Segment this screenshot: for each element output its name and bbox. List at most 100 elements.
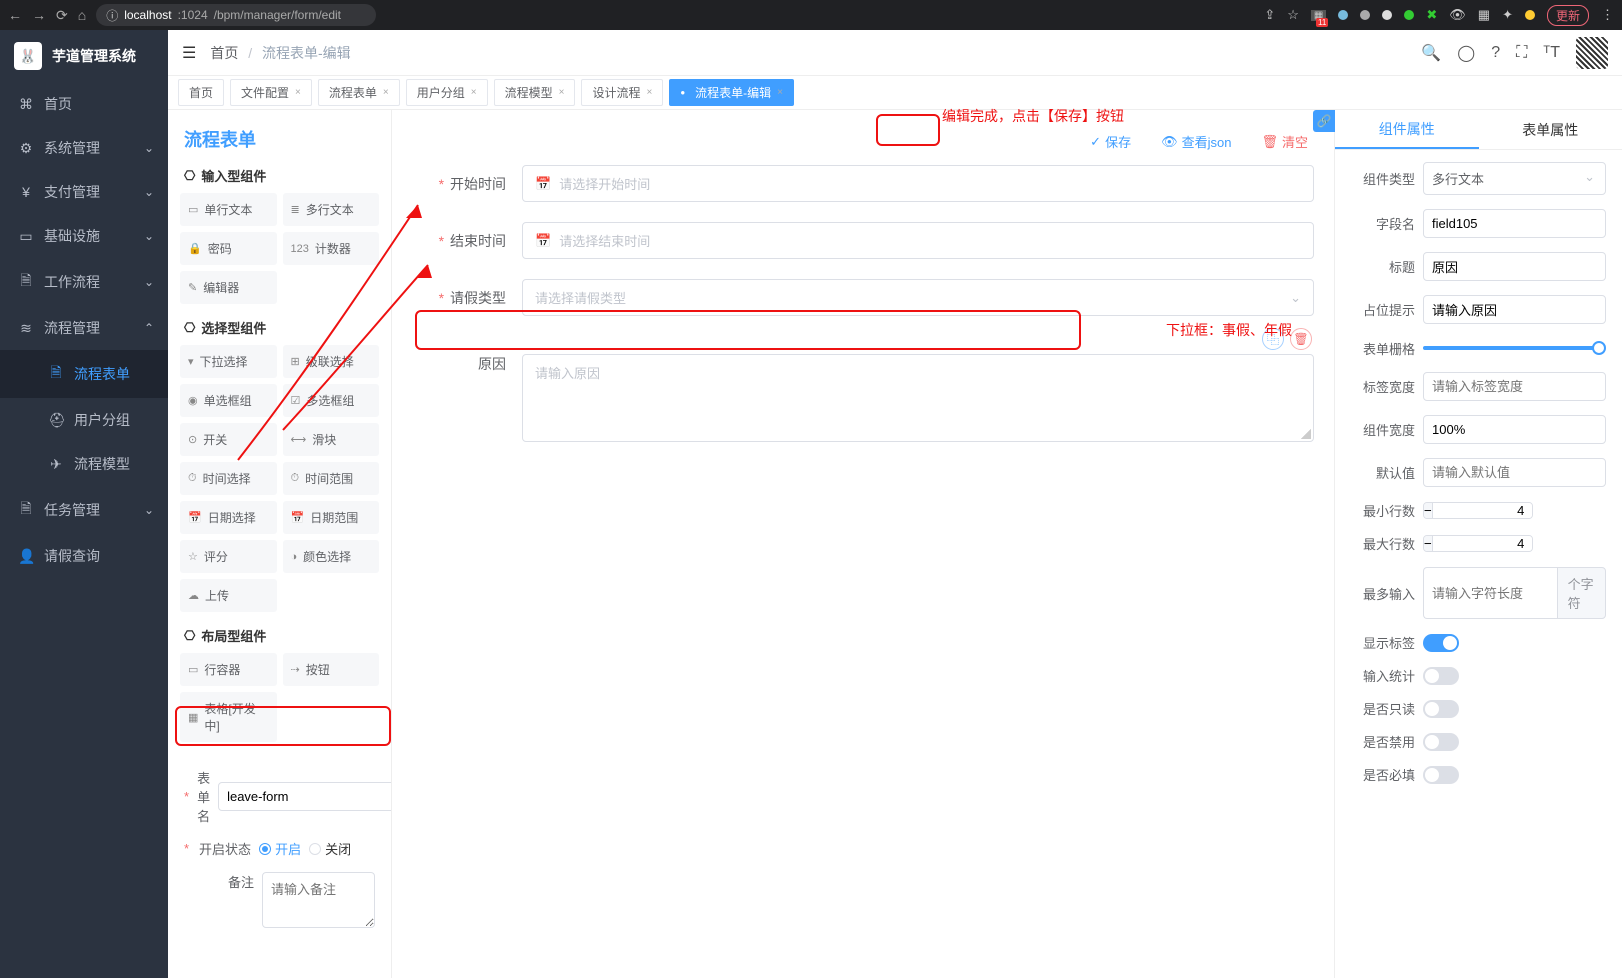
- required-switch[interactable]: [1423, 766, 1459, 784]
- sidebar-item-infra[interactable]: ▭基础设施: [0, 214, 168, 258]
- tab-formedit[interactable]: 流程表单-编辑×: [669, 79, 794, 106]
- star-icon[interactable]: ☆: [1287, 7, 1299, 23]
- minus-button[interactable]: −: [1424, 503, 1432, 518]
- sidebar-item-payment[interactable]: ¥支付管理: [0, 170, 168, 214]
- reload-icon[interactable]: ⟳: [56, 7, 68, 24]
- canvas-field[interactable]: * 请假类型请选择请假类型: [412, 279, 1314, 316]
- fontsize-icon[interactable]: ᵀT: [1543, 44, 1560, 62]
- disabled-switch[interactable]: [1423, 733, 1459, 751]
- help-icon[interactable]: ?: [1491, 44, 1500, 62]
- copy-field-button[interactable]: ⿻: [1262, 328, 1284, 350]
- max-rows-stepper[interactable]: −+: [1423, 535, 1533, 552]
- field-name-input[interactable]: [1423, 209, 1606, 238]
- component-item[interactable]: ▦表格[开发中]: [180, 692, 277, 742]
- sidebar-item-home[interactable]: ⌘首页: [0, 82, 168, 126]
- canvas-field[interactable]: * 结束时间📅请选择结束时间: [412, 222, 1314, 259]
- date-field[interactable]: 📅请选择结束时间: [522, 222, 1314, 259]
- tab-processmodel[interactable]: 流程模型×: [494, 79, 576, 106]
- share-icon[interactable]: ⇪: [1264, 7, 1275, 23]
- component-item[interactable]: ◑颜色选择: [283, 540, 380, 573]
- sidebar-sub-model[interactable]: ✈流程模型: [0, 442, 168, 486]
- fullscreen-icon[interactable]: ⛶: [1516, 44, 1527, 62]
- title-input[interactable]: [1423, 252, 1606, 281]
- form-name-input[interactable]: [218, 782, 392, 811]
- profile-dot[interactable]: [1525, 10, 1535, 20]
- sidebar-item-workflow[interactable]: 🗎工作流程: [0, 258, 168, 306]
- ext-icon-5[interactable]: ✖: [1426, 7, 1437, 23]
- ext-dot-2[interactable]: [1360, 10, 1370, 20]
- component-item[interactable]: ⏱时间范围: [283, 462, 380, 495]
- select-field[interactable]: 请选择请假类型: [522, 279, 1314, 316]
- grid-slider[interactable]: [1423, 346, 1600, 350]
- component-item[interactable]: ⏱时间选择: [180, 462, 277, 495]
- status-off-radio[interactable]: 关闭: [309, 839, 351, 858]
- save-button[interactable]: ✓保存: [1084, 128, 1137, 155]
- avatar-qr[interactable]: [1576, 37, 1608, 69]
- component-item[interactable]: ▭行容器: [180, 653, 277, 686]
- puzzle-icon[interactable]: ✦: [1502, 7, 1513, 23]
- ext-badge[interactable]: ▦: [1311, 10, 1326, 21]
- forward-icon[interactable]: →: [32, 7, 46, 23]
- component-item[interactable]: ☆评分: [180, 540, 277, 573]
- sidebar-item-system[interactable]: ⚙系统管理: [0, 126, 168, 170]
- close-icon[interactable]: ×: [777, 87, 783, 98]
- close-icon[interactable]: ×: [383, 87, 389, 98]
- tab-designprocess[interactable]: 设计流程×: [581, 79, 663, 106]
- home-icon[interactable]: ⌂: [78, 7, 86, 23]
- sidebar-item-process[interactable]: ≋流程管理: [0, 306, 168, 350]
- delete-field-button[interactable]: 🗑: [1290, 328, 1312, 350]
- label-width-input[interactable]: [1423, 372, 1606, 401]
- sidebar-item-leave[interactable]: 👤请假查询: [0, 534, 168, 578]
- tab-fileconfig[interactable]: 文件配置×: [230, 79, 312, 106]
- tab-processform[interactable]: 流程表单×: [318, 79, 400, 106]
- clear-button[interactable]: 🗑清空: [1255, 128, 1314, 155]
- tab-home[interactable]: 首页: [178, 79, 224, 106]
- max-input-field[interactable]: [1423, 567, 1557, 619]
- sidebar-sub-form[interactable]: 🗎流程表单: [0, 350, 168, 398]
- tab-form-props[interactable]: 表单属性: [1479, 110, 1622, 149]
- back-icon[interactable]: ←: [8, 7, 22, 23]
- kebab-icon[interactable]: ⋮: [1601, 7, 1614, 23]
- component-item[interactable]: ◉单选框组: [180, 384, 277, 417]
- tab-component-props[interactable]: 组件属性: [1335, 110, 1479, 149]
- component-item[interactable]: ✎编辑器: [180, 271, 277, 304]
- brand[interactable]: 🐰 芋道管理系统: [0, 30, 168, 82]
- github-icon[interactable]: ◯: [1457, 43, 1475, 63]
- placeholder-input[interactable]: [1423, 295, 1606, 324]
- eye-icon[interactable]: 👁: [1449, 7, 1466, 23]
- component-item[interactable]: 123计数器: [283, 232, 380, 265]
- textarea-field[interactable]: 请输入原因: [522, 354, 1314, 442]
- ext-dot-3[interactable]: [1382, 10, 1392, 20]
- component-item[interactable]: ⊞级联选择: [283, 345, 380, 378]
- default-input[interactable]: [1423, 458, 1606, 487]
- component-item[interactable]: ▭单行文本: [180, 193, 277, 226]
- component-width-input[interactable]: [1423, 415, 1606, 444]
- tab-usergroup[interactable]: 用户分组×: [406, 79, 488, 106]
- update-button[interactable]: 更新: [1547, 5, 1589, 26]
- view-json-button[interactable]: 👁查看json: [1155, 128, 1237, 155]
- close-icon[interactable]: ×: [295, 87, 301, 98]
- hamburger-icon[interactable]: ☰: [182, 43, 196, 63]
- component-type-select[interactable]: 多行文本: [1423, 162, 1606, 195]
- link-icon[interactable]: 🔗: [1313, 110, 1335, 132]
- close-icon[interactable]: ×: [559, 87, 565, 98]
- status-on-radio[interactable]: 开启: [259, 839, 301, 858]
- extgrid-icon[interactable]: ▦: [1478, 7, 1490, 23]
- sidebar-sub-usergroup[interactable]: ⛑用户分组: [0, 398, 168, 442]
- search-icon[interactable]: 🔍: [1421, 43, 1441, 63]
- date-field[interactable]: 📅请选择开始时间: [522, 165, 1314, 202]
- close-icon[interactable]: ×: [646, 87, 652, 98]
- breadcrumb-home[interactable]: 首页: [210, 45, 238, 61]
- minus-button[interactable]: −: [1424, 536, 1432, 551]
- remark-textarea[interactable]: [262, 872, 375, 928]
- component-item[interactable]: ☁上传: [180, 579, 277, 612]
- ext-dot-1[interactable]: [1338, 10, 1348, 20]
- input-stat-switch[interactable]: [1423, 667, 1459, 685]
- close-icon[interactable]: ×: [471, 87, 477, 98]
- readonly-switch[interactable]: [1423, 700, 1459, 718]
- component-item[interactable]: 📅日期选择: [180, 501, 277, 534]
- component-item[interactable]: ☑多选框组: [283, 384, 380, 417]
- ext-dot-4[interactable]: [1404, 10, 1414, 20]
- canvas-field[interactable]: * 开始时间📅请选择开始时间: [412, 165, 1314, 202]
- component-item[interactable]: ⟷滑块: [283, 423, 380, 456]
